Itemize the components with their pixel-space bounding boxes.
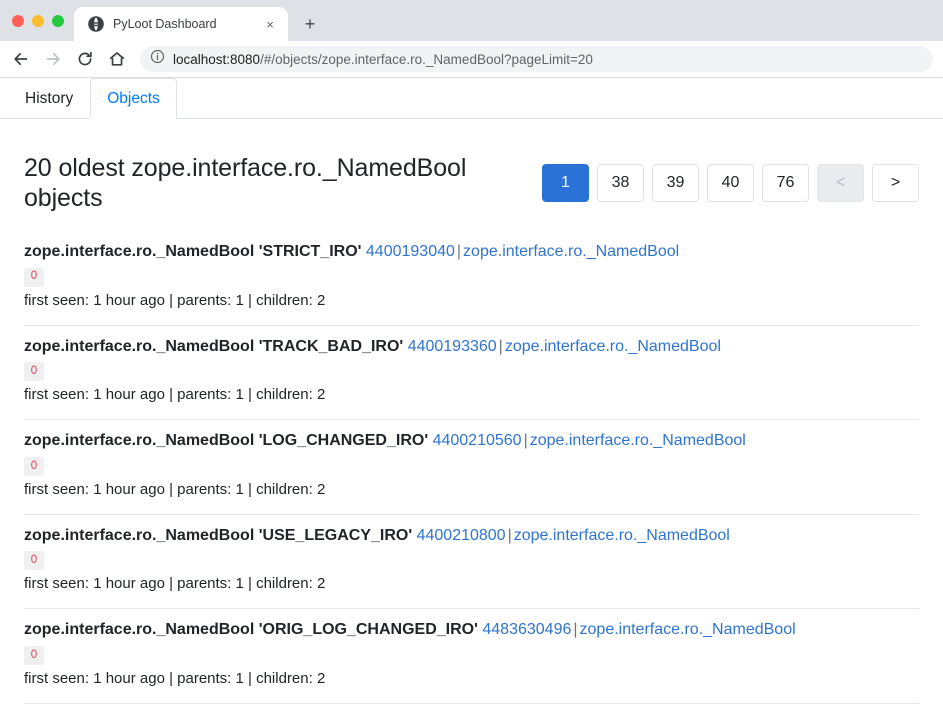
object-badge-row: 0 — [24, 551, 919, 571]
object-meta: first seen: 1 hour ago | parents: 1 | ch… — [24, 575, 326, 593]
object-badge-row: 0 — [24, 645, 919, 666]
page-content: 20 oldest zope.interface.ro._NamedBool o… — [0, 119, 943, 704]
pagination: 1 38 39 40 76 < > — [542, 164, 919, 202]
page-viewport: History Objects 20 oldest zope.interface… — [0, 78, 943, 718]
status-badge: 0 — [24, 551, 44, 571]
object-address-link[interactable]: 4400193040 — [366, 243, 455, 260]
object-type-name: zope.interface.ro._NamedBool 'TRACK_BAD_… — [24, 337, 404, 355]
object-meta: first seen: 1 hour ago | parents: 1 | ch… — [24, 386, 326, 404]
page-title: 20 oldest zope.interface.ro._NamedBool o… — [24, 154, 467, 212]
url-host: localhost:8080 — [173, 51, 261, 67]
address-bar-text: localhost:8080/#/objects/zope.interface.… — [173, 52, 593, 67]
page-button-40[interactable]: 40 — [707, 164, 754, 202]
object-heading: zope.interface.ro._NamedBool 'LOG_CHANGE… — [24, 430, 919, 452]
object-meta: first seen: 1 hour ago | parents: 1 | ch… — [24, 669, 326, 687]
browser-tab-title: PyLoot Dashboard — [113, 17, 217, 31]
object-type-name: zope.interface.ro._NamedBool 'USE_LEGACY… — [24, 526, 413, 544]
object-row: zope.interface.ro._NamedBool 'USE_LEGACY… — [24, 515, 919, 610]
reload-icon[interactable] — [70, 44, 100, 74]
close-window-button[interactable] — [12, 14, 24, 27]
object-class-link[interactable]: zope.interface.ro._NamedBool — [530, 432, 746, 449]
info-circle-icon[interactable] — [150, 49, 165, 69]
minimize-window-button[interactable] — [32, 14, 44, 27]
object-address-link[interactable]: 4400210800 — [417, 527, 506, 544]
object-row: zope.interface.ro._NamedBool 'LOG_CHANGE… — [24, 420, 919, 515]
object-type-name: zope.interface.ro._NamedBool 'STRICT_IRO… — [24, 243, 362, 260]
next-page-button[interactable]: > — [872, 164, 919, 202]
browser-tab-strip: PyLoot Dashboard × + — [0, 0, 943, 41]
object-row: zope.interface.ro._NamedBool 'STRICT_IRO… — [24, 231, 919, 326]
page-button-76[interactable]: 76 — [762, 164, 809, 202]
object-class-link[interactable]: zope.interface.ro._NamedBool — [514, 527, 730, 544]
object-class-link[interactable]: zope.interface.ro._NamedBool — [505, 338, 721, 355]
object-meta: first seen: 1 hour ago | parents: 1 | ch… — [24, 291, 326, 309]
app-nav-tabs: History Objects — [0, 78, 943, 119]
status-badge: 0 — [24, 362, 44, 382]
object-address-link[interactable]: 4483630496 — [482, 621, 571, 638]
previous-page-button[interactable]: < — [817, 164, 864, 202]
browser-tab[interactable]: PyLoot Dashboard × — [74, 7, 288, 41]
object-badge-row: 0 — [24, 267, 919, 288]
maximize-window-button[interactable] — [52, 14, 64, 27]
status-badge: 0 — [24, 456, 44, 476]
object-row: zope.interface.ro._NamedBool 'TRACK_BAD_… — [24, 326, 919, 421]
object-list: zope.interface.ro._NamedBool 'STRICT_IRO… — [24, 231, 919, 704]
browser-window: PyLoot Dashboard × + localhost:8080/#/ob… — [0, 0, 943, 718]
object-address-link[interactable]: 4400210560 — [433, 432, 522, 449]
object-heading: zope.interface.ro._NamedBool 'TRACK_BAD_… — [24, 336, 919, 358]
field-separator: | — [498, 337, 503, 355]
address-bar[interactable]: localhost:8080/#/objects/zope.interface.… — [140, 46, 933, 72]
forward-icon[interactable] — [38, 44, 68, 74]
object-badge-row: 0 — [24, 456, 919, 477]
field-separator: | — [507, 526, 512, 544]
status-badge: 0 — [24, 645, 44, 665]
object-row: zope.interface.ro._NamedBool 'ORIG_LOG_C… — [24, 609, 919, 704]
field-separator: | — [573, 621, 578, 639]
status-badge: 0 — [24, 267, 44, 287]
url-path: /#/objects/zope.interface.ro._NamedBool?… — [260, 51, 593, 67]
object-address-link[interactable]: 4400193360 — [408, 338, 497, 355]
object-class-link[interactable]: zope.interface.ro._NamedBool — [463, 243, 679, 260]
browser-toolbar: localhost:8080/#/objects/zope.interface.… — [0, 41, 943, 78]
object-type-name: zope.interface.ro._NamedBool 'LOG_CHANGE… — [24, 432, 429, 450]
object-heading: zope.interface.ro._NamedBool 'USE_LEGACY… — [24, 525, 919, 547]
back-icon[interactable] — [6, 44, 36, 74]
tab-objects[interactable]: Objects — [90, 78, 177, 119]
tab-history[interactable]: History — [8, 78, 90, 119]
field-separator: | — [523, 432, 528, 450]
object-class-link[interactable]: zope.interface.ro._NamedBool — [580, 621, 796, 638]
close-tab-icon[interactable]: × — [260, 14, 280, 34]
object-heading: zope.interface.ro._NamedBool 'ORIG_LOG_C… — [24, 619, 919, 641]
object-meta: first seen: 1 hour ago | parents: 1 | ch… — [24, 480, 326, 498]
object-heading: zope.interface.ro._NamedBool 'STRICT_IRO… — [24, 241, 919, 263]
page-button-39[interactable]: 39 — [652, 164, 699, 202]
field-separator: | — [456, 243, 462, 260]
object-type-name: zope.interface.ro._NamedBool 'ORIG_LOG_C… — [24, 621, 478, 639]
home-icon[interactable] — [102, 44, 132, 74]
page-header: 20 oldest zope.interface.ro._NamedBool o… — [24, 119, 919, 221]
page-button-1[interactable]: 1 — [542, 164, 589, 202]
object-badge-row: 0 — [24, 362, 919, 382]
page-button-38[interactable]: 38 — [597, 164, 644, 202]
window-controls — [8, 0, 74, 41]
new-tab-button[interactable]: + — [296, 10, 324, 38]
globe-icon — [88, 16, 104, 32]
